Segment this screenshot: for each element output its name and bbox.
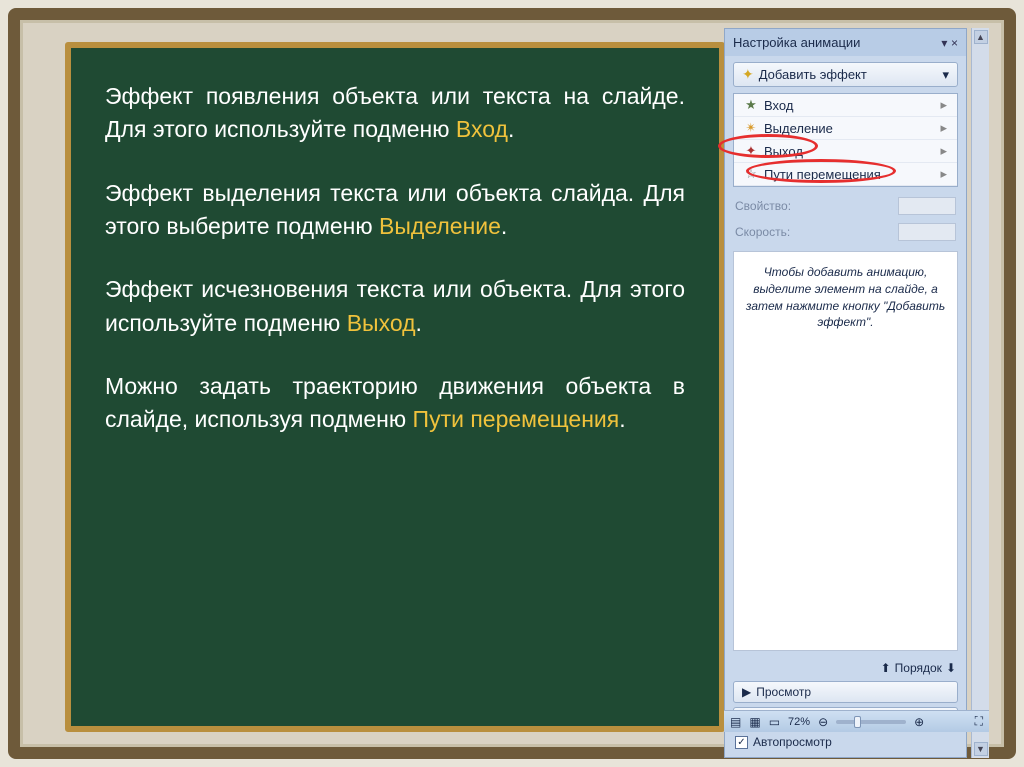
preview-button[interactable]: ▶ Просмотр <box>733 681 958 703</box>
chevron-down-icon: ▾ <box>942 67 949 83</box>
status-bar: ▤ ▦ ▭ 72% ⊖ ⊕ ⛶ <box>724 710 989 732</box>
submenu-motion-paths[interactable]: ☆ Пути перемещения ▸ <box>734 163 957 186</box>
view-sorter-icon[interactable]: ▦ <box>749 715 760 729</box>
paragraph-1: Эффект появления объекта или текста на с… <box>105 80 685 147</box>
autopreview-row[interactable]: ✓ Автопросмотр <box>725 731 966 757</box>
arrow-up-icon[interactable]: ⬆ <box>881 661 891 675</box>
text: . <box>501 213 507 239</box>
text: . <box>508 116 514 142</box>
submenu-arrow-icon: ▸ <box>940 166 947 182</box>
zoom-out-icon[interactable]: ⊖ <box>818 715 828 729</box>
add-effect-label: Добавить эффект <box>759 67 867 82</box>
checkbox-icon[interactable]: ✓ <box>735 736 748 749</box>
view-normal-icon[interactable]: ▤ <box>730 715 741 729</box>
effect-submenu: ★ Вход ▸ ✴ Выделение ▸ ✦ Выход ▸ ☆ <box>733 93 958 187</box>
paragraph-2: Эффект выделения текста или объекта слай… <box>105 177 685 244</box>
highlight-exit: Выход <box>347 310 416 336</box>
submenu-label: Вход <box>764 98 793 113</box>
highlight-motion: Пути перемещения <box>413 406 620 432</box>
close-icon[interactable]: × <box>951 36 958 50</box>
paragraph-3: Эффект исчезновения текста или объекта. … <box>105 273 685 340</box>
highlight-entrance: Вход <box>456 116 508 142</box>
zoom-slider[interactable] <box>836 720 906 724</box>
autopreview-label: Автопросмотр <box>753 735 832 749</box>
zoom-thumb[interactable] <box>854 716 861 728</box>
scroll-down-icon[interactable]: ▼ <box>974 742 988 756</box>
hint-text: Чтобы добавить анимацию, выделите элемен… <box>733 251 958 651</box>
speed-dropdown[interactable] <box>898 223 956 241</box>
view-slideshow-icon[interactable]: ▭ <box>769 715 780 729</box>
text: Эффект появления объекта или текста на с… <box>105 83 685 142</box>
star-icon: ✦ <box>742 66 754 83</box>
fit-icon[interactable]: ⛶ <box>975 714 983 729</box>
slide-frame: Эффект появления объекта или текста на с… <box>8 8 1016 759</box>
pane-title-bar: Настройка анимации ▾ × <box>725 29 966 56</box>
property-label: Свойство: <box>735 199 791 213</box>
submenu-arrow-icon: ▸ <box>940 97 947 113</box>
play-icon: ▶ <box>742 685 751 699</box>
emphasis-icon: ✴ <box>744 120 758 136</box>
property-row: Свойство: <box>725 193 966 219</box>
animation-task-pane: Настройка анимации ▾ × ✦ Добавить эффект… <box>724 28 989 758</box>
arrow-down-icon[interactable]: ⬇ <box>946 661 956 675</box>
submenu-label: Выход <box>764 144 803 159</box>
order-label: Порядок <box>895 661 942 675</box>
property-dropdown[interactable] <box>898 197 956 215</box>
submenu-arrow-icon: ▸ <box>940 143 947 159</box>
pane-title: Настройка анимации <box>733 35 860 50</box>
submenu-arrow-icon: ▸ <box>940 120 947 136</box>
speed-row: Скорость: <box>725 219 966 245</box>
chalkboard: Эффект появления объекта или текста на с… <box>65 42 725 732</box>
motion-path-icon: ☆ <box>744 166 758 182</box>
pane-controls: ▾ × <box>941 35 958 50</box>
chevron-down-icon[interactable]: ▾ <box>941 36 947 50</box>
add-effect-button[interactable]: ✦ Добавить эффект ▾ <box>733 62 958 87</box>
submenu-label: Пути перемещения <box>764 167 881 182</box>
scrollbar[interactable]: ▲ ▼ <box>971 28 989 758</box>
submenu-emphasis[interactable]: ✴ Выделение ▸ <box>734 117 957 140</box>
submenu-label: Выделение <box>764 121 833 136</box>
zoom-value: 72% <box>788 716 810 728</box>
entrance-icon: ★ <box>744 97 758 113</box>
reorder-row: ⬆ Порядок ⬇ <box>725 657 966 679</box>
paragraph-4: Можно задать траекторию движения объекта… <box>105 370 685 437</box>
scroll-up-icon[interactable]: ▲ <box>974 30 988 44</box>
submenu-exit[interactable]: ✦ Выход ▸ <box>734 140 957 163</box>
reorder-arrows: ⬆ Порядок ⬇ <box>881 661 956 675</box>
zoom-in-icon[interactable]: ⊕ <box>914 715 924 729</box>
text: . <box>416 310 422 336</box>
text: . <box>619 406 625 432</box>
pane-body: Настройка анимации ▾ × ✦ Добавить эффект… <box>724 28 967 758</box>
preview-label: Просмотр <box>756 685 811 699</box>
speed-label: Скорость: <box>735 225 790 239</box>
submenu-entrance[interactable]: ★ Вход ▸ <box>734 94 957 117</box>
highlight-emphasis: Выделение <box>379 213 501 239</box>
exit-icon: ✦ <box>744 143 758 159</box>
